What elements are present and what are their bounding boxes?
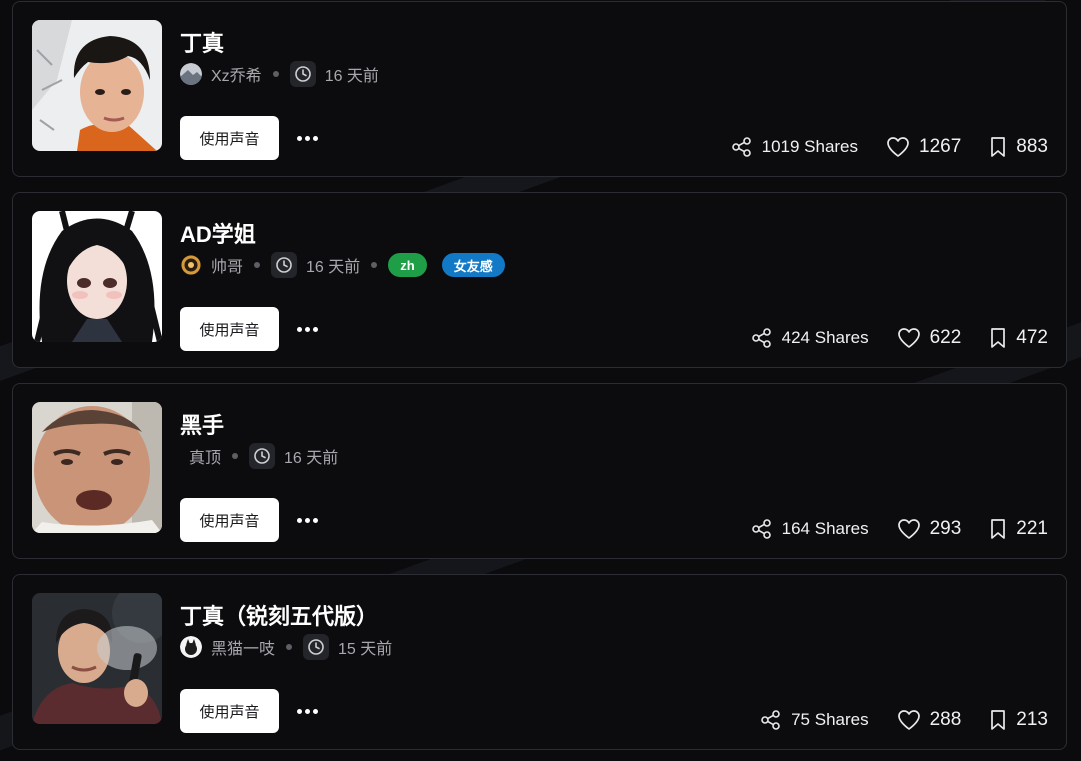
bookmark-icon [991, 137, 1006, 157]
tag-style[interactable]: 女友感 [441, 253, 505, 277]
author-name[interactable]: Xz乔希 [211, 62, 262, 86]
created-time: 16 天前 [284, 450, 339, 467]
share-stat[interactable]: 75 Shares [760, 709, 869, 731]
tag-language[interactable]: zh [388, 253, 427, 277]
share-count: 75 Shares [791, 710, 869, 729]
voice-meta: 帅哥 16 天前 zh 女友感 [180, 250, 505, 280]
author-name[interactable]: 黑猫一吱 [211, 635, 275, 659]
share-stat[interactable]: 424 Shares [751, 327, 869, 349]
save-stat[interactable]: 213 [989, 709, 1048, 731]
like-stat[interactable]: 288 [897, 709, 962, 731]
voice-card[interactable]: 黑手 真顶 16 天前 使用声音 164 Shares 293 221 [12, 383, 1067, 559]
share-stat[interactable]: 1019 Shares [731, 136, 858, 158]
clock-icon [271, 252, 298, 278]
share-icon [751, 328, 771, 348]
more-icon[interactable] [293, 506, 321, 534]
save-stat[interactable]: 472 [989, 327, 1048, 349]
like-stat[interactable]: 1267 [886, 136, 961, 158]
share-count: 1019 Shares [761, 137, 859, 156]
share-icon [731, 137, 751, 157]
use-voice-button[interactable]: 使用声音 [180, 307, 279, 351]
save-count: 213 [1016, 709, 1048, 730]
like-count: 622 [929, 327, 962, 348]
save-count: 472 [1016, 327, 1048, 348]
use-voice-button[interactable]: 使用声音 [180, 116, 279, 160]
bookmark-icon [991, 519, 1006, 539]
like-count: 293 [929, 518, 962, 539]
portrait-boy-image [32, 20, 162, 151]
separator-dot [371, 262, 378, 268]
heart-icon [897, 710, 920, 730]
clock-icon [303, 634, 330, 660]
author-name[interactable]: 真顶 [189, 444, 221, 468]
like-stat[interactable]: 293 [897, 518, 962, 540]
bookmark-icon [991, 328, 1006, 348]
save-stat[interactable]: 883 [989, 136, 1048, 158]
voice-stats: 424 Shares 622 472 [751, 325, 1048, 351]
voice-cover-image[interactable] [32, 593, 162, 724]
voice-title[interactable]: 丁真 [180, 26, 224, 58]
bookmark-icon [991, 710, 1006, 730]
voice-cover-image[interactable] [32, 211, 162, 342]
save-count: 221 [1016, 518, 1048, 539]
anime-girl-image [32, 211, 162, 342]
voice-meta: 黑猫一吱 15 天前 [180, 632, 392, 662]
voice-cover-image[interactable] [32, 402, 162, 533]
voice-meta: Xz乔希 16 天前 [180, 59, 379, 89]
voice-stats: 1019 Shares 1267 883 [731, 134, 1048, 160]
separator-dot [286, 644, 293, 650]
voice-card[interactable]: 丁真 Xz乔希 16 天前 使用声音 1019 Shares 1267 883 [12, 1, 1067, 177]
use-voice-button[interactable]: 使用声音 [180, 498, 279, 542]
save-count: 883 [1016, 136, 1048, 157]
more-icon[interactable] [293, 315, 321, 343]
separator-dot [232, 453, 239, 459]
heart-icon [897, 328, 920, 348]
separator-dot [272, 71, 279, 77]
smoking-man-image [32, 593, 162, 724]
like-count: 1267 [919, 136, 962, 157]
heart-icon [897, 519, 920, 539]
save-stat[interactable]: 221 [989, 518, 1048, 540]
author-avatar[interactable] [180, 254, 202, 276]
voice-card[interactable]: 丁真（锐刻五代版） 黑猫一吱 15 天前 使用声音 75 Shares 288 [12, 574, 1067, 750]
voice-title[interactable]: 丁真（锐刻五代版） [180, 599, 378, 631]
share-stat[interactable]: 164 Shares [751, 518, 869, 540]
heart-icon [887, 137, 909, 157]
like-count: 288 [929, 709, 962, 730]
share-count: 424 Shares [781, 328, 869, 347]
voice-stats: 75 Shares 288 213 [760, 707, 1048, 733]
share-icon [761, 710, 780, 730]
separator-dot [254, 262, 261, 268]
like-stat[interactable]: 622 [897, 327, 962, 349]
more-icon[interactable] [293, 697, 321, 725]
author-name[interactable]: 帅哥 [211, 253, 243, 277]
clock-icon [249, 443, 276, 469]
voice-stats: 164 Shares 293 221 [751, 516, 1048, 542]
more-icon[interactable] [293, 124, 321, 152]
share-icon [751, 519, 771, 539]
created-time: 16 天前 [306, 259, 361, 276]
use-voice-button[interactable]: 使用声音 [180, 689, 279, 733]
voice-card[interactable]: AD学姐 帅哥 16 天前 zh 女友感 使用声音 424 Shares 622… [12, 192, 1067, 368]
share-count: 164 Shares [781, 519, 869, 538]
created-time: 16 天前 [324, 68, 379, 85]
man-face-image [32, 402, 162, 533]
voice-title[interactable]: 黑手 [180, 408, 224, 440]
clock-icon [289, 61, 316, 87]
author-avatar[interactable] [180, 636, 202, 658]
voice-cover-image[interactable] [32, 20, 162, 151]
voice-meta: 真顶 16 天前 [180, 441, 338, 471]
voice-title[interactable]: AD学姐 [180, 217, 256, 249]
author-avatar[interactable] [180, 63, 202, 85]
created-time: 15 天前 [338, 641, 393, 658]
